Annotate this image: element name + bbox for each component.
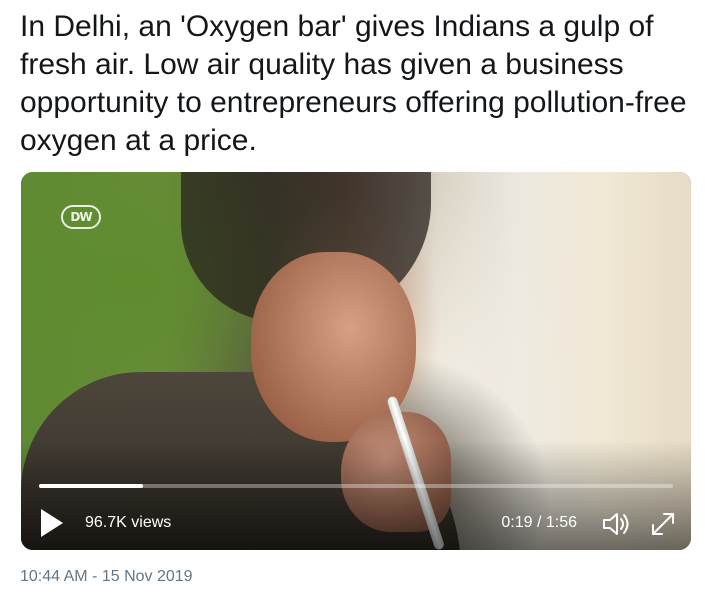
video-player[interactable]: DW 96.7K views 0:19 / 1:56: [21, 172, 691, 550]
dw-logo: DW: [61, 205, 101, 229]
tweet-timestamp[interactable]: 10:44 AM - 15 Nov 2019: [20, 568, 193, 586]
controls-gradient: [21, 440, 691, 550]
view-count: 96.7K views: [85, 514, 172, 531]
play-button[interactable]: [37, 507, 67, 539]
volume-button[interactable]: [601, 510, 633, 538]
progress-fill: [39, 484, 143, 488]
play-icon: [41, 509, 63, 537]
fullscreen-icon: [652, 513, 674, 535]
video-time: 0:19 / 1:56: [501, 514, 577, 531]
tweet-text: In Delhi, an 'Oxygen bar' gives Indians …: [20, 10, 687, 157]
fullscreen-button[interactable]: [648, 509, 678, 539]
progress-bar[interactable]: [39, 484, 673, 488]
volume-icon: [603, 513, 629, 535]
